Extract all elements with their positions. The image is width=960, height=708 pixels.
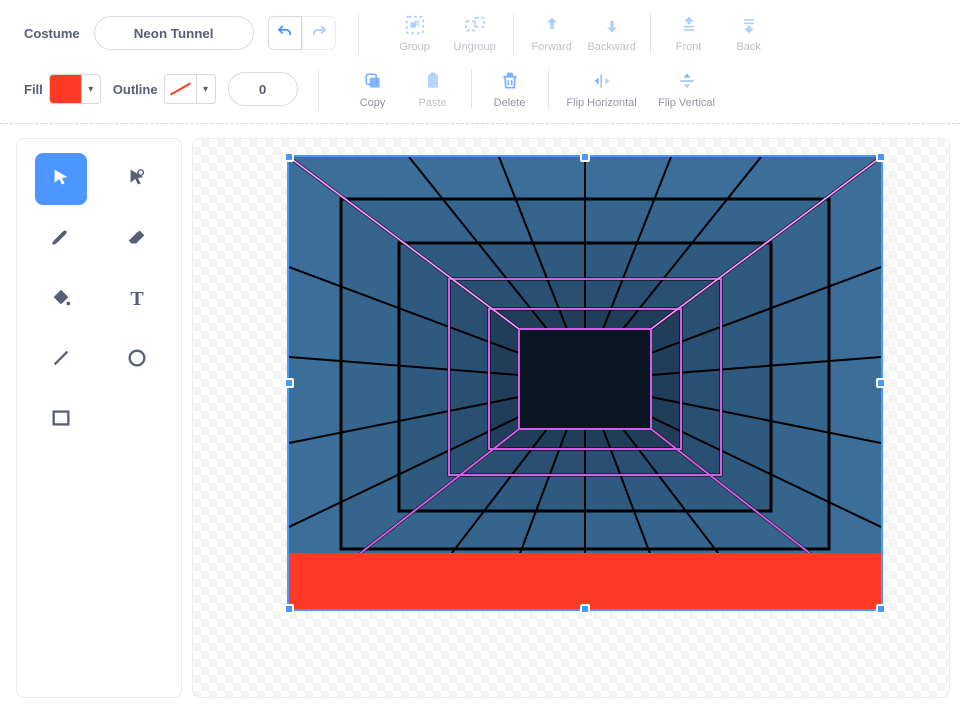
forward-button[interactable]: Forward	[522, 13, 582, 53]
outline-swatch[interactable]: ▾	[164, 74, 216, 104]
editor-top-row-2: Fill ▾ Outline ▾ Copy Paste	[0, 63, 960, 123]
tool-palette: T	[16, 138, 182, 698]
flip-horizontal-label: Flip Horizontal	[566, 97, 636, 109]
group-icon	[403, 13, 427, 37]
tool-rectangle[interactable]	[35, 393, 87, 445]
resize-handle-ml[interactable]	[284, 378, 294, 388]
front-button[interactable]: Front	[659, 13, 719, 53]
flip-vertical-label: Flip Vertical	[658, 97, 715, 109]
delete-label: Delete	[494, 97, 526, 109]
editor-top-row-1: Costume Group Ungroup	[0, 0, 960, 63]
front-label: Front	[676, 41, 702, 53]
flip-vertical-button[interactable]: Flip Vertical	[647, 69, 727, 109]
resize-handle-tl[interactable]	[284, 152, 294, 162]
group-button[interactable]: Group	[385, 13, 445, 53]
ungroup-label: Ungroup	[454, 41, 496, 53]
eraser-icon	[126, 227, 148, 252]
costume-name-input[interactable]	[99, 25, 249, 42]
resize-handle-bl[interactable]	[284, 604, 294, 614]
separator	[471, 69, 472, 109]
resize-handle-br[interactable]	[876, 604, 886, 614]
costume-label: Costume	[24, 26, 80, 41]
back-button[interactable]: Back	[719, 13, 779, 53]
tool-line[interactable]	[35, 333, 87, 385]
rectangle-icon	[50, 407, 72, 432]
outline-width-field[interactable]	[228, 72, 298, 106]
separator	[358, 13, 359, 53]
undo-button[interactable]	[268, 16, 302, 50]
chevron-down-icon: ▾	[197, 84, 215, 95]
backward-icon	[600, 13, 624, 37]
line-icon	[50, 347, 72, 372]
backward-label: Backward	[587, 41, 635, 53]
back-label: Back	[736, 41, 760, 53]
copy-icon	[361, 69, 385, 93]
separator	[513, 13, 514, 53]
outline-label: Outline	[113, 82, 158, 97]
chevron-down-icon: ▾	[82, 84, 100, 95]
drawing-content	[289, 157, 881, 609]
redo-icon	[310, 23, 328, 44]
group-actions: Group Ungroup Forward Backward Fro	[385, 13, 779, 53]
separator	[650, 13, 651, 53]
tool-select[interactable]	[35, 153, 87, 205]
paste-icon	[421, 69, 445, 93]
copy-button[interactable]: Copy	[343, 69, 403, 109]
text-icon: T	[130, 288, 143, 311]
outline-color-chip	[165, 75, 197, 103]
ungroup-button[interactable]: Ungroup	[445, 13, 505, 53]
costume-name-field[interactable]	[94, 16, 254, 50]
outline-width-input[interactable]	[243, 81, 283, 98]
paste-label: Paste	[418, 97, 446, 109]
backward-button[interactable]: Backward	[582, 13, 642, 53]
forward-label: Forward	[531, 41, 571, 53]
tool-brush[interactable]	[35, 213, 87, 265]
back-icon	[737, 13, 761, 37]
fill-color-chip	[50, 75, 82, 103]
front-icon	[677, 13, 701, 37]
forward-icon	[540, 13, 564, 37]
resize-handle-tr[interactable]	[876, 152, 886, 162]
flip-horizontal-button[interactable]: Flip Horizontal	[557, 69, 647, 109]
tool-circle[interactable]	[111, 333, 163, 385]
flip-horizontal-icon	[590, 69, 614, 93]
fill-label: Fill	[24, 82, 43, 97]
brush-icon	[50, 227, 72, 252]
outline-control: Outline ▾	[113, 74, 216, 104]
group-label: Group	[399, 41, 430, 53]
tool-fill[interactable]	[35, 273, 87, 325]
undo-icon	[276, 23, 294, 44]
cursor-icon	[50, 167, 72, 192]
resize-handle-mr[interactable]	[876, 378, 886, 388]
red-bar-shape	[289, 553, 881, 609]
paste-button[interactable]: Paste	[403, 69, 463, 109]
canvas[interactable]	[192, 138, 950, 698]
bucket-icon	[50, 287, 72, 312]
redo-button[interactable]	[302, 16, 336, 50]
delete-button[interactable]: Delete	[480, 69, 540, 109]
copy-label: Copy	[360, 97, 386, 109]
tool-eraser[interactable]	[111, 213, 163, 265]
trash-icon	[498, 69, 522, 93]
reshape-icon	[126, 167, 148, 192]
separator	[318, 69, 319, 109]
fill-swatch[interactable]: ▾	[49, 74, 101, 104]
tool-reshape[interactable]	[111, 153, 163, 205]
flip-vertical-icon	[675, 69, 699, 93]
ungroup-icon	[463, 13, 487, 37]
circle-icon	[126, 347, 148, 372]
undo-redo-group	[268, 16, 336, 50]
fill-control: Fill ▾	[24, 74, 101, 104]
resize-handle-tm[interactable]	[580, 152, 590, 162]
separator	[548, 69, 549, 109]
resize-handle-bm[interactable]	[580, 604, 590, 614]
tool-text[interactable]: T	[111, 273, 163, 325]
work-area: T	[0, 124, 960, 698]
edit-actions: Copy Paste Delete Flip Horizontal	[343, 69, 727, 109]
selected-object[interactable]	[289, 157, 881, 609]
